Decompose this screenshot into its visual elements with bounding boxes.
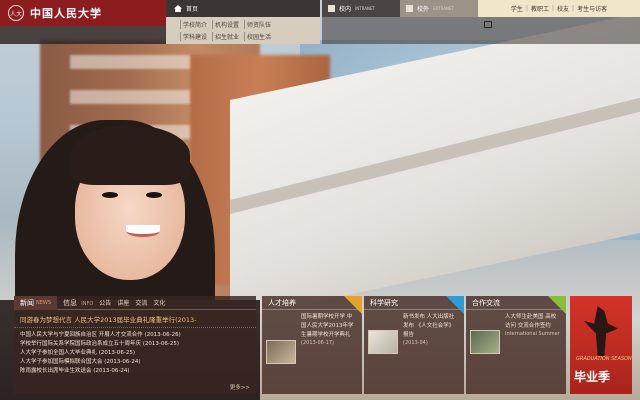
site-header: 人大 中国人民大学 首页 学校简介 机构设置 师资队伍 学科建设 招生就业 校园… [0, 0, 640, 44]
news-list: 中国人民大学与宁夏回族自治区 开展人才交流合作 (2013-06-26) 学校举… [14, 328, 256, 379]
more-link[interactable]: 更多>> [230, 383, 250, 391]
tab-sublabel: EXTRANET [433, 6, 454, 11]
hero-person-smile [126, 225, 160, 237]
site-name: 中国人民大学 [30, 7, 102, 20]
tab-news-en: NEWS [36, 299, 52, 306]
hero-person-eye [146, 192, 162, 198]
card-body: 国际暑期学校开学 中国人民大学2013年学生暑期学校开学典礼 (2013-06-… [262, 310, 362, 364]
nav-link[interactable]: 学校简介 [180, 20, 212, 29]
nav-home[interactable]: 首页 [166, 0, 320, 17]
logo-shadow-bar [0, 26, 166, 44]
card-title: 人才培养 [268, 298, 296, 307]
hero-window-band [70, 90, 190, 104]
banner-subtitle: GRADUATION SEASON [576, 356, 632, 362]
quick-link-alumni[interactable]: 校友 [557, 4, 569, 13]
hero-person-bangs [70, 125, 190, 185]
separator: | [525, 5, 528, 12]
tab-news[interactable]: 新闻 NEWS [14, 295, 58, 310]
card-thumbnail [266, 340, 296, 364]
news-panel-header: 新闻 NEWS 信息 INFO 公告 讲座 交流 文化 [14, 295, 256, 310]
banner-title: 毕业季 [574, 370, 611, 384]
news-headline[interactable]: 同游春为梦想代言 人民大学2013届毕业典礼隆重举行(2013- [14, 310, 256, 328]
tab-info[interactable]: 信息 INFO [57, 298, 99, 308]
site-logo[interactable]: 人大 中国人民大学 [0, 0, 166, 26]
card-title: 合作交流 [472, 298, 500, 307]
news-sub-link[interactable]: 文化 [153, 298, 165, 307]
university-seal-icon: 人大 [8, 5, 24, 21]
news-panel: 新闻 NEWS 信息 INFO 公告 讲座 交流 文化 同游春为梦想代言 人民大… [14, 295, 256, 394]
news-sub-link[interactable]: 公告 [99, 298, 111, 307]
nav-link[interactable]: 招生就业 [212, 32, 244, 41]
quick-link-visitors[interactable]: 考生与访客 [577, 4, 607, 13]
header-strip [322, 17, 640, 44]
bag-icon[interactable] [484, 21, 492, 28]
tab-info-en: INFO [81, 300, 94, 307]
nav-link[interactable]: 学科建设 [180, 32, 212, 41]
card-body: 新书发布 人大出版社发布 《人文社会学》报告 (2013-04) [364, 310, 464, 354]
quick-links: 学生 | 教职工 | 校友 | 考生与访客 [478, 0, 640, 17]
card-talent[interactable]: 人才培养 国际暑期学校开学 中国人民大学2013年学生暑期学校开学典礼 (201… [262, 296, 362, 394]
tab-label: 校内 [339, 6, 352, 13]
list-item[interactable]: 学校举行国际关系学院国际政治系成立五十周年庆 (2013-06-25) [20, 340, 250, 349]
list-item[interactable]: 陈雨露校长出席毕业生欢送会 (2013-06-24) [20, 367, 250, 376]
card-header: 合作交流 [466, 296, 566, 314]
quick-link-students[interactable]: 学生 [511, 4, 523, 13]
card-thumbnail [470, 330, 500, 354]
card-exchange[interactable]: 合作交流 人大师生赴美国 高校访问 交流合作签约 International S… [466, 296, 566, 394]
card-header: 科学研究 [364, 296, 464, 314]
card-header: 人才培养 [262, 296, 362, 314]
card-title: 科学研究 [370, 298, 398, 307]
separator: | [572, 5, 575, 12]
main-nav: 首页 学校简介 机构设置 师资队伍 学科建设 招生就业 校园生活 [166, 0, 320, 44]
news-sub-link[interactable]: 交流 [135, 298, 147, 307]
tab-info-label: 信息 [63, 298, 78, 307]
separator: | [551, 5, 555, 12]
square-icon [406, 5, 413, 12]
card-body: 人大师生赴美国 高校访问 交流合作签约 International Summer [466, 310, 566, 354]
nav-link[interactable]: 机构设置 [212, 20, 244, 29]
dancer-silhouette-icon [584, 306, 618, 356]
tab-extranet[interactable]: 校外 EXTRANET [400, 0, 478, 17]
list-item[interactable]: 人大学子参加国际模拟联合国大会 (2013-06-24) [20, 358, 250, 367]
nav-link[interactable]: 师资队伍 [244, 20, 276, 29]
graduation-banner[interactable]: GRADUATION SEASON 毕业季 [570, 296, 632, 394]
news-sub-links: 公告 讲座 交流 文化 [99, 298, 165, 307]
hero-window-band [70, 55, 190, 69]
news-sub-link[interactable]: 讲座 [117, 298, 129, 307]
list-item[interactable]: 中国人民大学与宁夏回族自治区 开展人才交流合作 (2013-06-26) [20, 331, 250, 340]
quick-link-staff[interactable]: 教职工 [531, 4, 549, 13]
card-text: 国际暑期学校开学 中国人民大学2013年学生暑期学校开学典礼 [301, 314, 354, 338]
home-icon [174, 5, 182, 12]
card-research[interactable]: 科学研究 新书发布 人大出版社发布 《人文社会学》报告 (2013-04) [364, 296, 464, 394]
hero-person-eye [102, 192, 118, 198]
square-icon [328, 5, 335, 12]
nav-link-grid: 学校简介 机构设置 师资队伍 学科建设 招生就业 校园生活 [180, 20, 276, 41]
list-item[interactable]: 人大学子参加全国人大毕业典礼 (2013-06-25) [20, 349, 250, 358]
card-thumbnail [368, 330, 398, 354]
nav-home-label: 首页 [186, 6, 199, 13]
portal-tabs: 校内 INTRANET 校外 EXTRANET [322, 0, 478, 17]
card-text: 人大师生赴美国 高校访问 交流合作签约 [505, 314, 557, 329]
tab-news-label: 新闻 [20, 298, 34, 307]
nav-link[interactable]: 校园生活 [244, 32, 276, 41]
tab-intranet[interactable]: 校内 INTRANET [322, 0, 400, 17]
tab-sublabel: INTRANET [355, 6, 375, 11]
tab-label: 校外 [417, 6, 430, 13]
